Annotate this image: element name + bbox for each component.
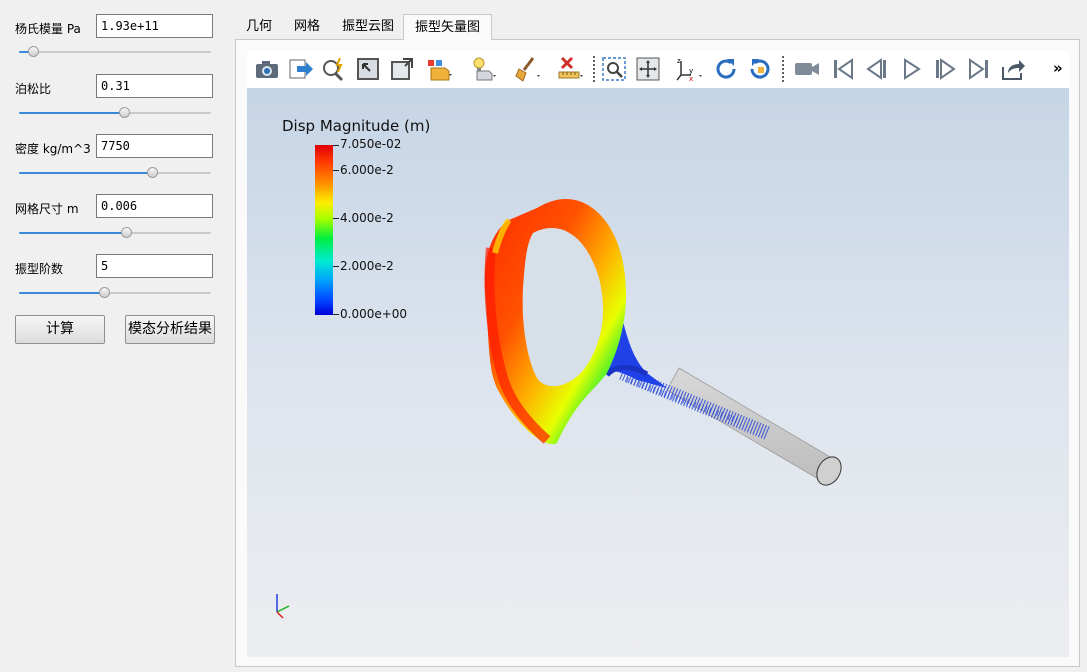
rotate-cw-icon[interactable] <box>712 55 740 83</box>
density-slider[interactable] <box>19 166 211 180</box>
slider-handle[interactable] <box>120 227 132 238</box>
slider-handle[interactable] <box>147 167 159 178</box>
play-icon[interactable] <box>897 55 925 83</box>
pick-icon[interactable] <box>320 55 348 83</box>
mesh-size-input[interactable]: 0.006 <box>96 194 213 218</box>
reset-view-icon[interactable] <box>354 55 382 83</box>
mode-order-slider[interactable] <box>19 286 211 300</box>
zoom-box-icon[interactable] <box>600 55 628 83</box>
record-icon[interactable] <box>793 55 821 83</box>
poisson-ratio-input[interactable]: 0.31 <box>96 74 213 98</box>
svg-text:y: y <box>689 67 693 75</box>
mode-order-label: 振型阶数 <box>15 262 64 276</box>
modal-results-button[interactable]: 模态分析结果 <box>125 315 215 344</box>
mesh-size-slider[interactable] <box>19 226 211 240</box>
racket-model <box>484 198 842 486</box>
render-viewport[interactable]: Disp Magnitude (m) 7.050e-02 6.000e-2 4.… <box>247 88 1069 657</box>
camera-icon[interactable] <box>253 55 281 83</box>
youngs-modulus-label: 杨氏模量 Pa <box>15 22 81 36</box>
lighting-icon[interactable] <box>469 55 497 83</box>
export-icon[interactable] <box>287 55 315 83</box>
tab-geometry[interactable]: 几何 <box>235 14 283 39</box>
axes-orient-icon[interactable]: zyx <box>675 55 703 83</box>
youngs-modulus-slider[interactable] <box>19 45 211 59</box>
rotate-ccw-icon[interactable] <box>746 55 774 83</box>
mode-order-input[interactable]: 5 <box>96 254 213 278</box>
orientation-axes <box>276 594 290 619</box>
prev-frame-icon[interactable] <box>863 55 891 83</box>
viewer-toolbar: zyx » <box>247 51 1069 88</box>
svg-text:z: z <box>677 57 681 65</box>
first-frame-icon[interactable] <box>829 55 857 83</box>
poisson-ratio-slider[interactable] <box>19 106 211 120</box>
slider-handle[interactable] <box>99 287 111 298</box>
toolbar-separator <box>593 56 595 82</box>
maximize-icon[interactable] <box>388 55 416 83</box>
svg-text:x: x <box>689 75 693 83</box>
slider-handle[interactable] <box>28 46 40 57</box>
share-icon[interactable] <box>999 55 1027 83</box>
density-input[interactable]: 7750 <box>96 134 213 158</box>
tab-mode-vector[interactable]: 振型矢量图 <box>403 14 493 40</box>
ruler-icon[interactable] <box>556 55 584 83</box>
density-label: 密度 kg/m^3 <box>15 142 91 156</box>
clean-icon[interactable] <box>513 55 541 83</box>
poisson-ratio-label: 泊松比 <box>15 82 52 96</box>
tab-mode-contour[interactable]: 振型云图 <box>331 14 405 39</box>
next-frame-icon[interactable] <box>931 55 959 83</box>
youngs-modulus-input[interactable]: 1.93e+11 <box>96 14 213 38</box>
toolbar-separator <box>782 56 784 82</box>
slider-handle[interactable] <box>118 107 130 118</box>
last-frame-icon[interactable] <box>965 55 993 83</box>
toolbar-overflow-icon[interactable]: » <box>1053 59 1063 77</box>
mesh-size-label: 网格尺寸 m <box>15 202 79 216</box>
fit-view-icon[interactable] <box>634 55 662 83</box>
compute-button[interactable]: 计算 <box>15 315 105 344</box>
tab-mesh[interactable]: 网格 <box>283 14 331 39</box>
color-map-icon[interactable] <box>425 55 453 83</box>
